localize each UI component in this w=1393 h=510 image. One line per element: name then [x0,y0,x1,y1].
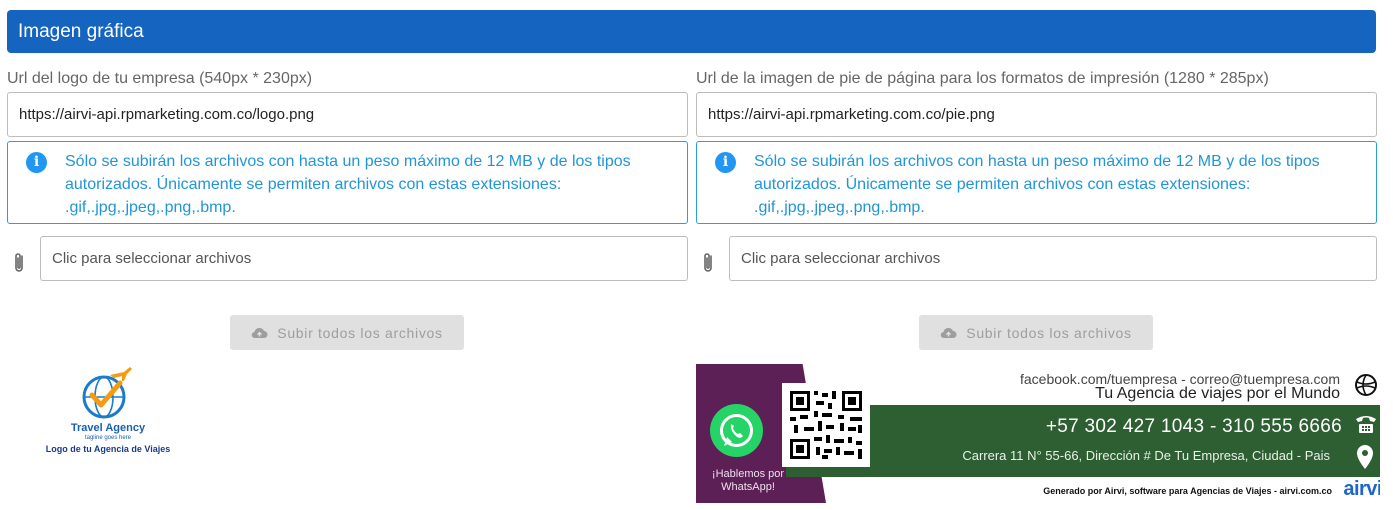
footer-slogan-text: Tu Agencia de viajes por el Mundo [1095,385,1340,402]
footer-info-box: i Sólo se subirán los archivos con hasta… [696,141,1377,224]
logo-preview-caption: Logo de tu Agencia de Viajes [45,444,171,454]
section-header: Imagen gráfica [7,10,1376,53]
globe-airplane-icon [82,367,132,419]
image-settings-page: Imagen gráfica Url del logo de tu empres… [0,0,1393,510]
footer-url-label: Url de la imagen de pie de página para l… [696,70,1269,87]
footer-upload-label: Subir todos los archivos [966,324,1132,341]
cloud-upload-icon [941,327,957,338]
footer-generated-text: Generado por Airvi, software para Agenci… [1043,486,1332,496]
logo-upload-label: Subir todos los archivos [277,324,443,341]
logo-url-input[interactable] [7,92,688,137]
footer-whatsapp-text: ¡Hablemos por WhatsApp! [711,468,785,493]
globe-icon [1355,374,1377,396]
location-pin-icon [1357,445,1373,469]
footer-url-input[interactable] [696,92,1377,137]
logo-file-select-input[interactable] [40,236,688,281]
logo-preview-image: Travel Agency tagline goes here Logo de … [38,360,178,460]
paperclip-icon [704,253,712,272]
footer-address-text: Carrera 11 N° 55-66, Dirección # De Tu E… [962,448,1330,463]
footer-brand-logo: airvi [1343,478,1380,500]
logo-info-box: i Sólo se subirán los archivos con hasta… [7,141,688,224]
footer-file-select-input[interactable] [729,236,1377,281]
section-title: Imagen gráfica [18,21,144,42]
footer-phone-text: +57 302 427 1043 - 310 555 6666 [1045,416,1342,437]
cloud-upload-icon [252,327,268,338]
paperclip-icon [15,253,23,272]
qr-code-icon [782,383,870,467]
logo-url-label: Url del logo de tu empresa (540px * 230p… [7,70,313,87]
logo-preview-tagline: tagline goes here [84,435,132,441]
footer-info-text: Sólo se subirán los archivos con hasta u… [754,153,1320,216]
info-circle-icon: i [715,152,736,173]
phone-icon [1356,416,1376,433]
logo-preview-name: Travel Agency [70,422,146,434]
logo-info-text: Sólo se subirán los archivos con hasta u… [65,153,631,216]
footer-preview-image: ¡Hablemos por WhatsApp! facebook.com/tue… [696,364,1380,503]
info-circle-icon: i [26,152,47,173]
logo-upload-all-button[interactable]: Subir todos los archivos [230,315,464,350]
whatsapp-icon [710,404,763,457]
footer-upload-all-button[interactable]: Subir todos los archivos [919,315,1153,350]
